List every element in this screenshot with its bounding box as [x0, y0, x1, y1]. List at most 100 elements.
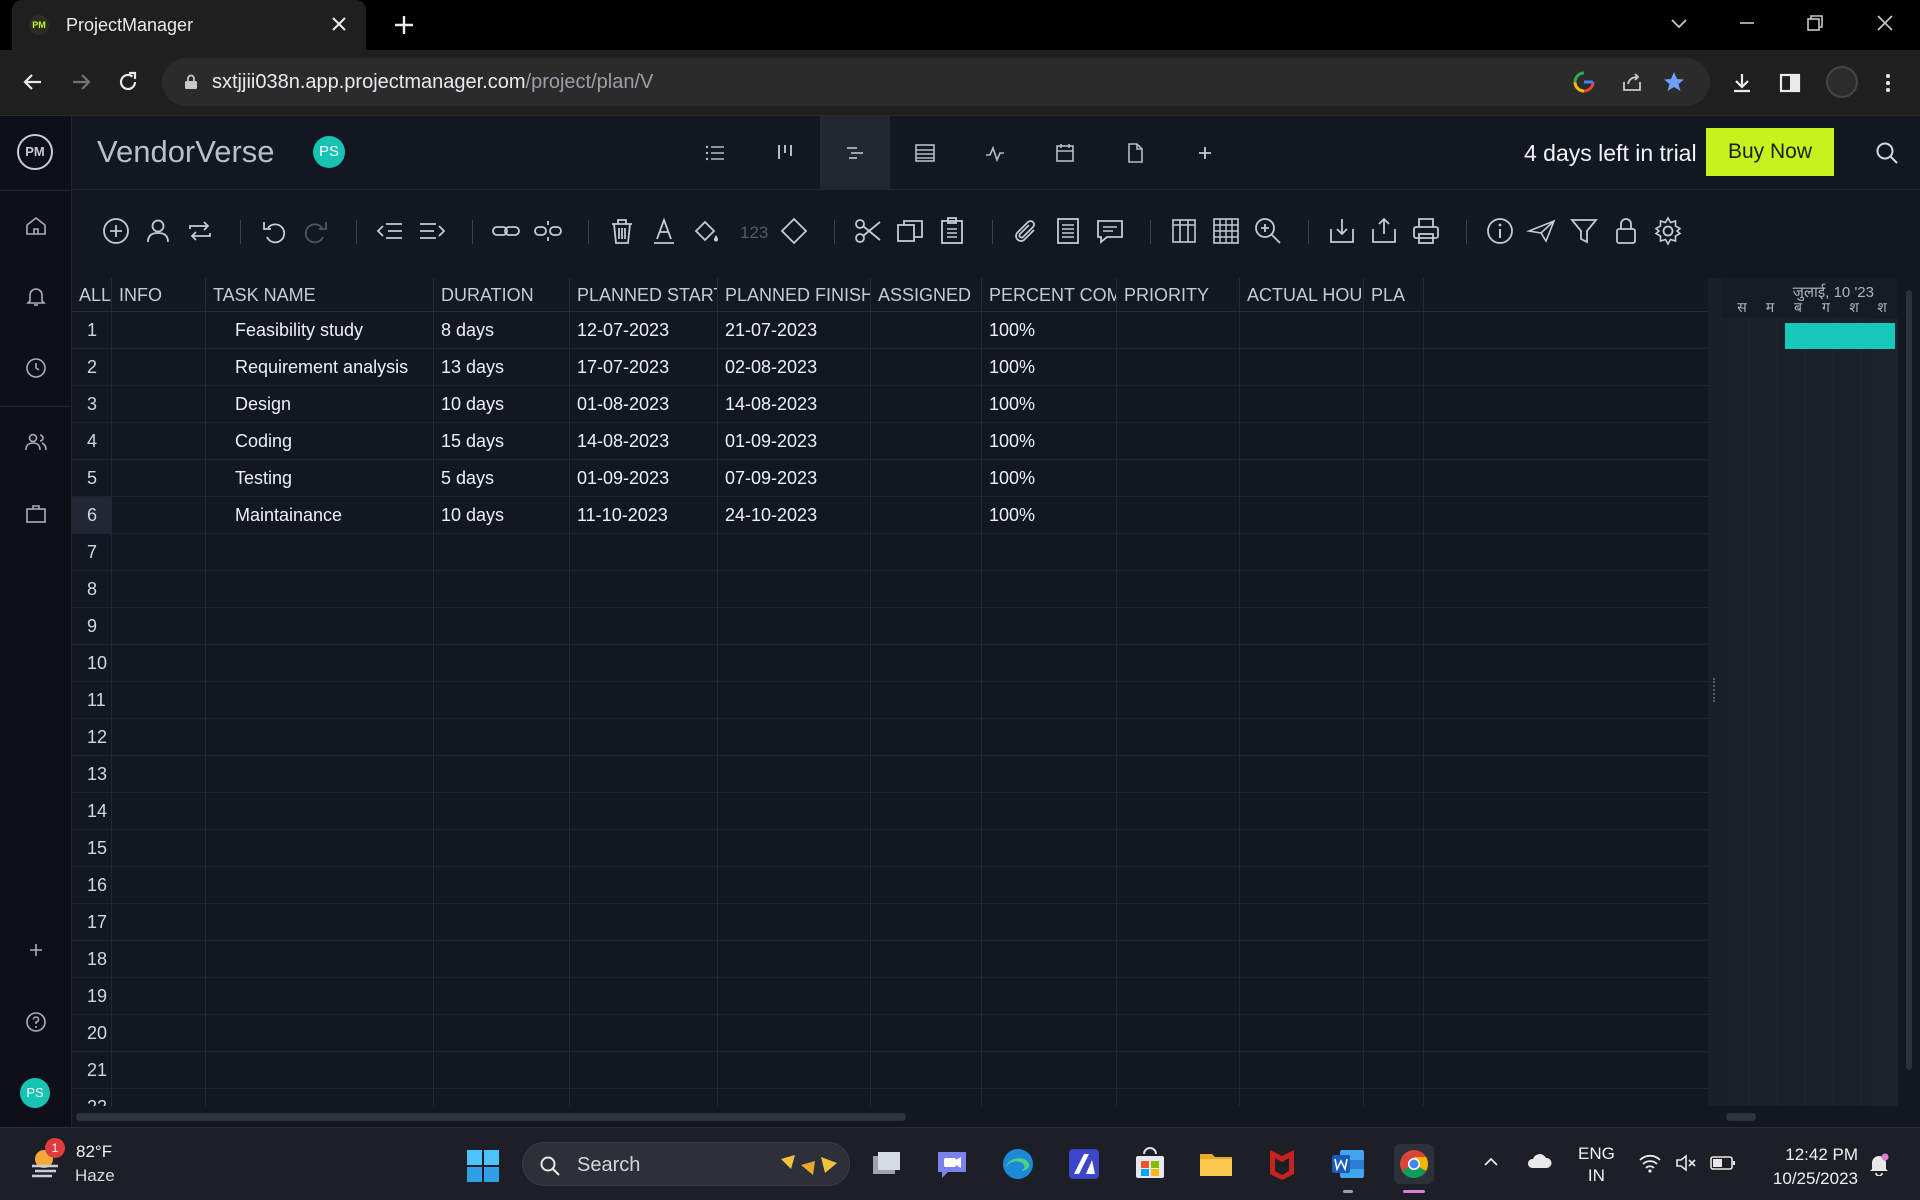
planned-cell[interactable] [1364, 1052, 1424, 1089]
planned-finish-cell[interactable] [718, 571, 871, 608]
table-row[interactable]: 17 [72, 904, 1708, 941]
actual-hours-cell[interactable] [1240, 571, 1364, 608]
planned-start-cell[interactable] [570, 904, 718, 941]
priority-cell[interactable] [1117, 386, 1240, 423]
indent-icon[interactable] [416, 215, 448, 247]
project-title[interactable]: VendorVerse [97, 134, 275, 170]
paste-icon[interactable] [936, 215, 968, 247]
planned-cell[interactable] [1364, 312, 1424, 349]
percent-complete-cell[interactable]: 100% [982, 423, 1117, 460]
planned-cell[interactable] [1364, 497, 1424, 534]
planned-start-cell[interactable] [570, 534, 718, 571]
google-icon[interactable] [1572, 70, 1596, 94]
gantt-view-tab[interactable] [820, 116, 890, 190]
planned-start-cell[interactable] [570, 978, 718, 1015]
forward-arrow-icon[interactable] [69, 70, 93, 94]
clock-icon[interactable] [24, 356, 48, 380]
planned-finish-cell[interactable] [718, 1089, 871, 1106]
notification-bell-icon[interactable] [1868, 1152, 1890, 1176]
row-number[interactable]: 22 [72, 1089, 112, 1106]
table-row[interactable]: 11 [72, 682, 1708, 719]
duration-cell[interactable] [434, 941, 570, 978]
percent-complete-cell[interactable] [982, 756, 1117, 793]
unlink-icon[interactable] [532, 215, 564, 247]
search-icon[interactable] [1874, 140, 1900, 166]
planned-finish-cell[interactable]: 02-08-2023 [718, 349, 871, 386]
windows-start-icon[interactable] [466, 1149, 500, 1183]
task-name-cell[interactable] [206, 608, 434, 645]
info-cell[interactable] [112, 608, 206, 645]
info-cell[interactable] [112, 904, 206, 941]
browser-menu-icon[interactable] [1876, 71, 1900, 95]
volume-muted-icon[interactable] [1674, 1152, 1698, 1174]
info-cell[interactable] [112, 312, 206, 349]
planned-cell[interactable] [1364, 978, 1424, 1015]
teams-chat-icon[interactable] [932, 1144, 972, 1184]
planned-finish-cell[interactable]: 24-10-2023 [718, 497, 871, 534]
table-row[interactable]: 3 Design 10 days 01-08-2023 14-08-2023 100% [72, 386, 1708, 423]
assigned-cell[interactable] [871, 682, 982, 719]
column-header-priority[interactable]: PRIORITY [1117, 278, 1240, 312]
planned-finish-cell[interactable] [718, 941, 871, 978]
info-cell[interactable] [112, 719, 206, 756]
planned-cell[interactable] [1364, 571, 1424, 608]
close-tab-icon[interactable] [328, 13, 350, 35]
column-header-actual-hou[interactable]: ACTUAL HOU... [1240, 278, 1364, 312]
table-row[interactable]: 5 Testing 5 days 01-09-2023 07-09-2023 100% [72, 460, 1708, 497]
table-row[interactable]: 22 [72, 1089, 1708, 1106]
planned-cell[interactable] [1364, 793, 1424, 830]
row-number[interactable]: 20 [72, 1015, 112, 1052]
actual-hours-cell[interactable] [1240, 460, 1364, 497]
planned-start-cell[interactable]: 11-10-2023 [570, 497, 718, 534]
add-task-icon[interactable] [100, 215, 132, 247]
task-name-cell[interactable] [206, 645, 434, 682]
percent-complete-cell[interactable] [982, 941, 1117, 978]
row-number[interactable]: 17 [72, 904, 112, 941]
address-bar[interactable]: sxtjjii038n.app.projectmanager.com/proje… [162, 58, 1710, 106]
planned-finish-cell[interactable] [718, 1015, 871, 1052]
planned-cell[interactable] [1364, 460, 1424, 497]
planned-start-cell[interactable] [570, 793, 718, 830]
priority-cell[interactable] [1117, 830, 1240, 867]
table-row[interactable]: 4 Coding 15 days 14-08-2023 01-09-2023 100% [72, 423, 1708, 460]
info-cell[interactable] [112, 645, 206, 682]
row-number[interactable]: 11 [72, 682, 112, 719]
home-icon[interactable] [24, 214, 48, 238]
table-row[interactable]: 16 [72, 867, 1708, 904]
actual-hours-cell[interactable] [1240, 312, 1364, 349]
assigned-cell[interactable] [871, 1089, 982, 1106]
info-cell[interactable] [112, 793, 206, 830]
task-name-cell[interactable] [206, 793, 434, 830]
planned-start-cell[interactable]: 12-07-2023 [570, 312, 718, 349]
row-number[interactable]: 21 [72, 1052, 112, 1089]
assigned-cell[interactable] [871, 793, 982, 830]
calendar-view-tab[interactable] [1030, 116, 1100, 190]
undo-icon[interactable] [258, 215, 290, 247]
priority-cell[interactable] [1117, 497, 1240, 534]
notes-icon[interactable] [1052, 215, 1084, 247]
planned-finish-cell[interactable]: 21-07-2023 [718, 312, 871, 349]
planned-start-cell[interactable] [570, 756, 718, 793]
actual-hours-cell[interactable] [1240, 349, 1364, 386]
side-panel-icon[interactable] [1778, 71, 1802, 95]
info-cell[interactable] [112, 978, 206, 1015]
briefcase-icon[interactable] [24, 502, 48, 526]
row-number[interactable]: 2 [72, 349, 112, 386]
planned-start-cell[interactable] [570, 867, 718, 904]
battery-icon[interactable] [1710, 1154, 1736, 1172]
priority-cell[interactable] [1117, 1052, 1240, 1089]
download-icon[interactable] [1730, 71, 1754, 95]
task-name-cell[interactable]: Maintainance [206, 497, 434, 534]
actual-hours-cell[interactable] [1240, 941, 1364, 978]
duration-cell[interactable]: 13 days [434, 349, 570, 386]
priority-cell[interactable] [1117, 349, 1240, 386]
planned-finish-cell[interactable] [718, 756, 871, 793]
percent-complete-cell[interactable] [982, 534, 1117, 571]
show-hidden-icons-chevron-icon[interactable] [1482, 1153, 1500, 1171]
info-cell[interactable] [112, 830, 206, 867]
task-name-cell[interactable] [206, 867, 434, 904]
task-name-cell[interactable] [206, 534, 434, 571]
percent-complete-cell[interactable] [982, 645, 1117, 682]
percent-complete-cell[interactable]: 100% [982, 460, 1117, 497]
task-name-cell[interactable] [206, 978, 434, 1015]
